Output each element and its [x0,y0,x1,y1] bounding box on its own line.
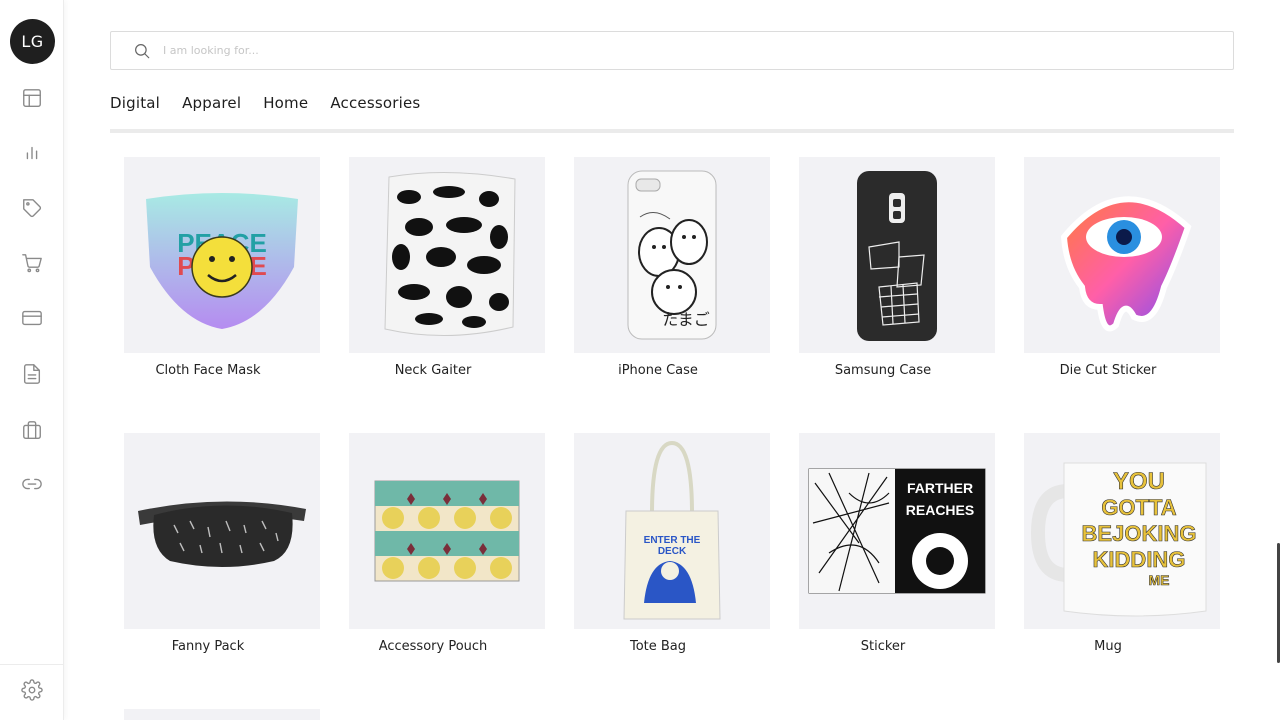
product-label: Tote Bag [629,639,687,654]
product-card-samsung-case[interactable]: Samsung Case [799,157,995,397]
link-icon[interactable] [20,472,44,496]
product-card-neck-gaiter[interactable]: Neck Gaiter [349,157,545,397]
product-label: Mug [1094,639,1122,654]
product-card-partial[interactable] [124,709,320,720]
briefcase-icon[interactable] [20,418,44,442]
product-label: Die Cut Sticker [1059,363,1157,378]
product-image [1024,157,1220,353]
product-card-mug[interactable]: YOU GOTTA BEJOKING KIDDING ME Mug [1024,433,1220,673]
svg-text:BEJOKING: BEJOKING [1082,521,1197,546]
svg-text:DECK: DECK [658,546,687,557]
search-input[interactable] [163,32,1223,69]
product-card-fanny-pack[interactable]: Fanny Pack [124,433,320,673]
chart-icon[interactable] [20,141,44,165]
sidebar: LG [0,0,64,720]
product-image: FARTHER REACHES [799,433,995,629]
product-image [124,433,320,629]
app-root: LG I am looking for... Digital Apparel H… [0,0,1280,720]
product-image [124,709,320,720]
tab-accessories[interactable]: Accessories [330,92,420,114]
document-icon[interactable] [20,362,44,386]
product-label: Fanny Pack [171,639,245,654]
tab-home[interactable]: Home [263,92,308,114]
main-content: Digital Apparel Home Accessories PEACE P… [64,0,1280,720]
sidebar-footer [0,664,64,720]
category-tabs: Digital Apparel Home Accessories [110,92,442,114]
product-card-accessory-pouch[interactable]: Accessory Pouch [349,433,545,673]
svg-text:REACHES: REACHES [906,502,974,518]
avatar[interactable]: LG [10,19,55,64]
svg-text:FARTHER: FARTHER [907,480,973,496]
gear-icon[interactable] [20,678,44,702]
layout-icon[interactable] [20,86,44,110]
product-label: iPhone Case [618,363,698,378]
search-bar [110,31,1234,70]
product-image [349,433,545,629]
tab-divider [110,129,1234,133]
product-image [349,157,545,353]
product-image: たまご [574,157,770,353]
product-card-tote-bag[interactable]: ENTER THE DECK Tote Bag [574,433,770,673]
product-image [799,157,995,353]
product-image: PEACE PEACE [124,157,320,353]
product-card-cloth-face-mask[interactable]: PEACE PEACE Cloth Face Mask [124,157,320,397]
product-image: YOU GOTTA BEJOKING KIDDING ME [1024,433,1220,629]
product-label: Samsung Case [834,363,932,378]
product-label: Cloth Face Mask [155,363,261,378]
svg-text:ME: ME [1149,572,1170,588]
product-label: Accessory Pouch [378,639,488,654]
svg-text:たまご: たまご [662,310,710,329]
tab-digital[interactable]: Digital [110,92,160,114]
product-card-iphone-case[interactable]: たまご iPhone Case [574,157,770,397]
product-card-die-cut-sticker[interactable]: Die Cut Sticker [1024,157,1220,397]
cart-icon[interactable] [20,251,44,275]
svg-text:KIDDING: KIDDING [1093,547,1186,572]
product-label: Sticker [860,639,906,654]
product-image: ENTER THE DECK [574,433,770,629]
card-icon[interactable] [20,306,44,330]
svg-text:GOTTA: GOTTA [1101,495,1176,520]
svg-text:ENTER THE: ENTER THE [644,535,701,546]
search-icon [133,42,151,60]
product-card-sticker[interactable]: FARTHER REACHES Sticker [799,433,995,673]
product-label: Neck Gaiter [394,363,472,378]
tag-icon[interactable] [20,196,44,220]
tab-apparel[interactable]: Apparel [182,92,241,114]
svg-text:YOU: YOU [1113,468,1165,495]
